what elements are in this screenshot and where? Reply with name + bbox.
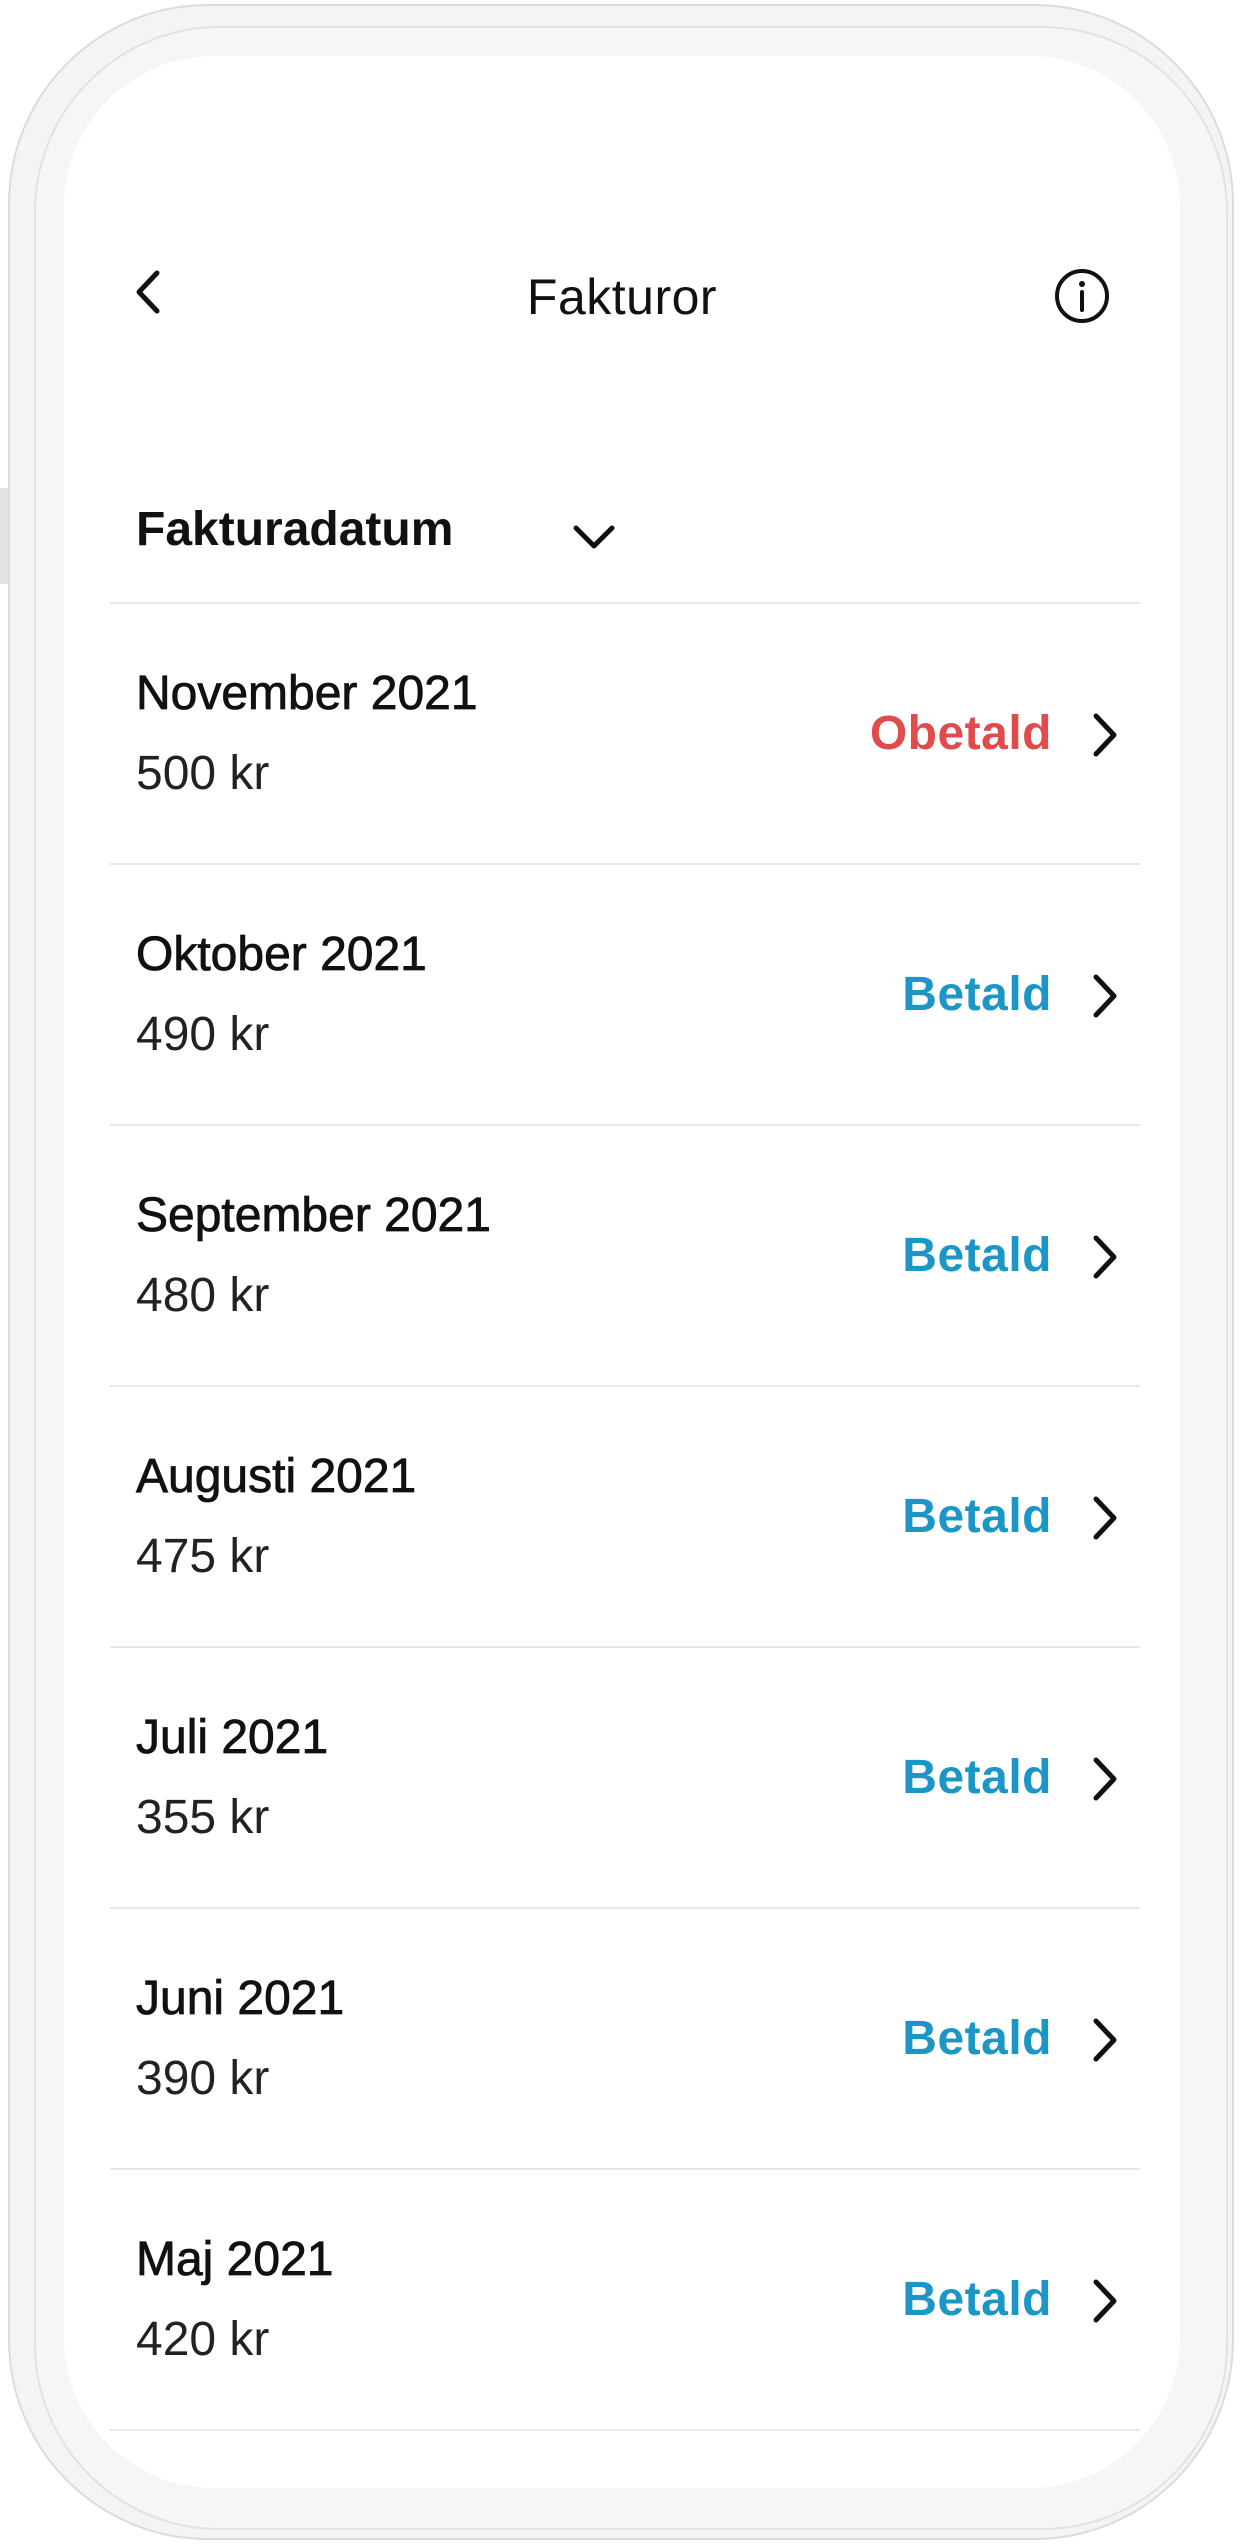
sort-selector[interactable]: Fakturadatum <box>110 476 1140 604</box>
status-paid: Betald <box>902 2012 1052 2065</box>
chevron-right-icon <box>1093 713 1117 757</box>
invoice-month: November 2021 <box>136 667 478 721</box>
status-paid: Betald <box>902 1229 1052 1282</box>
status-paid: Betald <box>902 2273 1052 2326</box>
invoice-row[interactable]: Maj 2021 420 kr Betald <box>110 2170 1140 2431</box>
invoice-amount: 480 kr <box>136 1269 270 1322</box>
invoice-row[interactable]: Juli 2021 355 kr Betald <box>110 1648 1140 1909</box>
invoice-month: Oktober 2021 <box>136 928 428 982</box>
invoice-list: November 2021 500 kr Obetald Oktober 2021 49… <box>110 604 1140 2431</box>
invoice-month: Juni 2021 <box>136 1972 345 2026</box>
status-paid: Betald <box>902 968 1052 1021</box>
invoice-row[interactable]: September 2021 480 kr Betald <box>110 1126 1140 1387</box>
status-paid: Betald <box>902 1751 1052 1804</box>
invoice-month: Augusti 2021 <box>136 1450 417 1504</box>
app-screen: Fakturor Fakturadatum November 2021 500 k… <box>64 56 1180 2488</box>
invoice-amount: 475 kr <box>136 1530 270 1583</box>
invoice-row[interactable]: Oktober 2021 490 kr Betald <box>110 865 1140 1126</box>
page-title: Fakturor <box>526 269 718 325</box>
status-unpaid: Obetald <box>869 707 1052 760</box>
invoice-month: September 2021 <box>136 1189 492 1243</box>
chevron-right-icon <box>1093 1235 1117 1279</box>
top-bar: Fakturor <box>64 244 1180 344</box>
invoice-row[interactable]: Juni 2021 390 kr Betald <box>110 1909 1140 2170</box>
sort-label: Fakturadatum <box>136 503 454 556</box>
info-button[interactable] <box>1052 266 1112 326</box>
invoice-month: Maj 2021 <box>136 2233 334 2287</box>
invoice-amount: 500 kr <box>136 747 270 800</box>
invoice-amount: 390 kr <box>136 2052 270 2105</box>
invoice-amount: 355 kr <box>136 1791 270 1844</box>
invoice-row[interactable]: Augusti 2021 475 kr Betald <box>110 1387 1140 1648</box>
info-circle-icon <box>1055 269 1109 323</box>
invoice-amount: 490 kr <box>136 1008 270 1061</box>
invoice-amount: 420 kr <box>136 2313 270 2366</box>
status-paid: Betald <box>902 1490 1052 1543</box>
invoice-row[interactable]: November 2021 500 kr Obetald <box>110 604 1140 865</box>
chevron-right-icon <box>1093 2279 1117 2323</box>
chevron-right-icon <box>1093 974 1117 1018</box>
chevron-right-icon <box>1093 1496 1117 1540</box>
chevron-right-icon <box>1093 1757 1117 1801</box>
chevron-down-icon <box>573 525 615 549</box>
invoice-month: Juli 2021 <box>136 1711 329 1765</box>
chevron-right-icon <box>1093 2018 1117 2062</box>
device-side-button <box>0 488 8 584</box>
